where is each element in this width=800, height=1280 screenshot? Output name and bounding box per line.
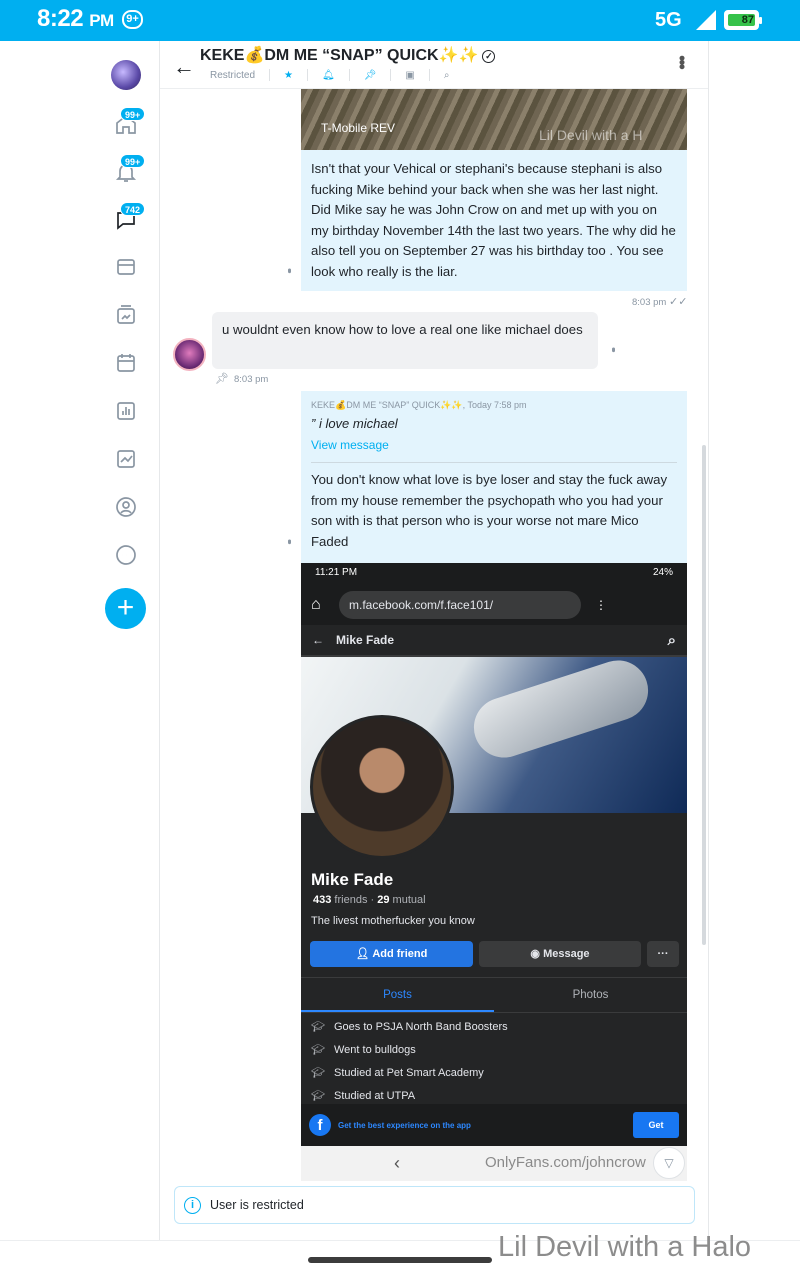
reply-message-bubble[interactable]: KEKE💰DM ME “SNAP” QUICK✨✨, Today 7:58 pm… (301, 391, 687, 563)
statistics-icon[interactable] (111, 396, 141, 426)
home-badge: 99+ (120, 107, 146, 121)
bell-small-icon[interactable]: 🔔︎ (322, 70, 335, 81)
browser-actions-icon: ⋮ (595, 598, 625, 612)
new-post-button[interactable]: + (105, 588, 146, 629)
add-person-icon: 👤︎ (355, 948, 373, 960)
battery-icon: 87 (724, 10, 762, 30)
screenshot-url-bar: ⌂ m.facebook.com/f.face101/ ⋮ (301, 585, 687, 625)
battery-level: 87 (728, 14, 755, 26)
pinned-icon: 📌︎ (215, 373, 229, 385)
fb-tabs: Posts Photos (301, 977, 687, 1013)
screenshot-status-bar: 11:21 PM 24% (301, 563, 687, 585)
pin-icon[interactable]: 📌︎ (364, 70, 377, 81)
vault-icon[interactable] (111, 300, 141, 330)
fb-tab-posts: Posts (301, 978, 494, 1012)
gallery-icon[interactable]: ▣ (405, 70, 414, 81)
reply-text: You don't know what love is bye loser an… (311, 472, 668, 549)
message-bubble-out[interactable]: Isn't that your Vehical or stephani's be… (301, 150, 687, 291)
chat-title[interactable]: KEKE💰DM ME “SNAP” QUICK✨✨ ✓ (200, 45, 496, 65)
browser-home-icon: ⌂ (311, 596, 321, 613)
status-bar: 8:22 PM 9+ 5G 87 (0, 0, 800, 41)
fb-message-button: ◉ Message (479, 941, 641, 967)
fb-get-button: Get (633, 1112, 679, 1138)
message-options-icon[interactable]: ••• (283, 268, 295, 271)
chat-options-icon[interactable]: ••• (671, 55, 692, 68)
message-options-icon-3[interactable]: ••• (283, 539, 295, 542)
fb-more-button: ··· (647, 941, 679, 967)
home-gesture-handle[interactable] (308, 1257, 492, 1263)
collections-icon[interactable] (111, 252, 141, 282)
notification-count-badge: 9+ (122, 10, 143, 29)
fb-back-icon: ← (312, 633, 324, 647)
fb-intro-item: 🎓︎ Went to bulldogs (311, 1039, 508, 1062)
graduation-cap-icon: 🎓︎ (311, 1044, 325, 1056)
graduation-cap-icon: 🎓︎ (311, 1021, 325, 1033)
fb-friends-count: 433 friends · 29 mutual (313, 894, 426, 906)
info-icon: i (184, 1196, 201, 1214)
messages-badge: 742 (120, 202, 146, 216)
watermark: Lil Devil with a Halo (498, 1231, 752, 1263)
fb-intro-list: 🎓︎ Goes to PSJA North Band Boosters 🎓︎ Wen… (311, 1016, 508, 1108)
image-watermark: T-Mobile REV (321, 121, 396, 135)
signal-icon (696, 10, 716, 30)
message-time: 8:03 pm (632, 297, 667, 308)
sender-avatar[interactable] (173, 338, 206, 371)
messenger-icon: ◉ (530, 948, 544, 960)
profile-icon[interactable] (111, 492, 141, 522)
fb-nav-name: Mike Fade (336, 633, 395, 647)
message-options-icon-2[interactable]: ••• (607, 347, 619, 350)
fb-intro-item: 🎓︎ Studied at Pet Smart Academy (311, 1062, 508, 1085)
scroll-down-button[interactable]: ▽ (653, 1147, 685, 1179)
fb-profile-photo (310, 715, 454, 859)
fb-add-friend-button: 👤︎ Add friend (310, 941, 473, 967)
message-time-2: 8:03 pm (234, 374, 269, 385)
message-image[interactable]: T-Mobile REV Lil Devil with a H (301, 89, 687, 150)
restricted-notice-text: User is restricted (210, 1198, 304, 1212)
fb-intro-item: 🎓︎ Goes to PSJA North Band Boosters (311, 1016, 508, 1039)
favorite-icon[interactable]: ★ (284, 70, 293, 81)
fb-app-banner: f Get the best experience on the app Get (301, 1104, 687, 1146)
network-indicator: 5G (655, 9, 682, 31)
quote-text: ” i love michael (311, 416, 398, 431)
quote-divider (311, 462, 677, 463)
attached-screenshot[interactable]: 11:21 PM 24% ⌂ m.facebook.com/f.face101/… (301, 563, 687, 1181)
chat-header: ← KEKE💰DM ME “SNAP” QUICK✨✨ ✓ Restricted … (160, 41, 708, 89)
fb-profile-name: Mike Fade (311, 870, 394, 889)
read-receipt-icon: ✓✓ (669, 296, 688, 308)
more-icon[interactable] (111, 540, 141, 570)
view-message-link[interactable]: View message (311, 438, 677, 452)
my-avatar[interactable] (111, 60, 141, 90)
verified-icon: ✓ (482, 50, 496, 63)
scrollbar[interactable] (702, 445, 706, 945)
sidebar: 99+ 99+ 742 + (0, 41, 160, 1240)
fb-tab-photos: Photos (572, 989, 609, 1001)
fb-bio: The livest motherfucker you know (311, 915, 475, 927)
restricted-notice: i User is restricted (174, 1186, 695, 1224)
search-icon[interactable]: ⌕ (444, 70, 450, 81)
restricted-label: Restricted (210, 69, 256, 81)
facebook-logo-icon: f (309, 1114, 331, 1136)
calendar-icon[interactable] (111, 348, 141, 378)
fb-nav-bar: ← Mike Fade ⌕ (301, 625, 687, 657)
chat-panel: ← KEKE💰DM ME “SNAP” QUICK✨✨ ✓ Restricted … (160, 41, 709, 1240)
analytics-icon[interactable] (111, 444, 141, 474)
chat-subheader: Restricted ★ 🔔︎ 📌︎ ▣ ⌕ (200, 69, 449, 81)
notifications-badge: 99+ (120, 154, 146, 168)
status-time: 8:22 PM (37, 5, 114, 32)
quote-header: KEKE💰DM ME “SNAP” QUICK✨✨, Today 7:58 pm (311, 400, 527, 410)
onlyfans-watermark: OnlyFans.com/johncrow (485, 1154, 646, 1171)
fb-search-icon: ⌕ (667, 631, 676, 649)
screenshot-nav-bar: ‹ OnlyFans.com/johncrow (301, 1146, 687, 1181)
browser-url: m.facebook.com/f.face101/ (339, 591, 581, 619)
back-arrow-icon[interactable]: ← (173, 54, 195, 80)
graduation-cap-icon: 🎓︎ (311, 1067, 325, 1079)
message-bubble-in[interactable]: u wouldnt even know how to love a real o… (212, 312, 598, 369)
image-watermark-2: Lil Devil with a H (539, 127, 643, 143)
system-back-icon: ‹ (394, 1153, 400, 1173)
